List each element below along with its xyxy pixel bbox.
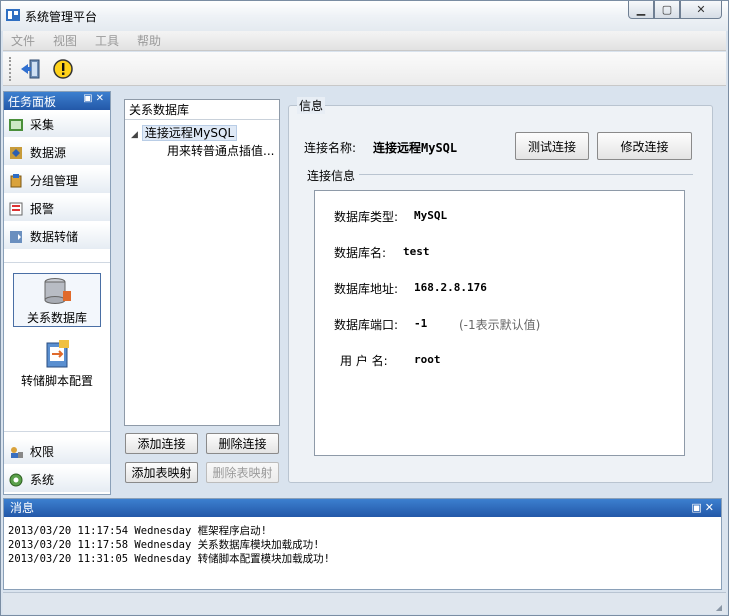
- sub-item-label: 转储脚本配置: [20, 374, 93, 388]
- minimize-button[interactable]: ▁: [628, 1, 654, 19]
- group-icon: [10, 173, 22, 187]
- message-panel-title: 消息: [10, 501, 35, 515]
- message-panel: 消息 ▣✕ 2013/03/20 11:17:54 Wednesday 框架程序…: [3, 498, 722, 590]
- nav-item-collect[interactable]: 采集: [4, 112, 110, 138]
- app-window: 系统管理平台 ▁ ▢ ✕ 文件 视图 工具 帮助 任务面板 ▣✕ 采集 数据源 …: [0, 0, 729, 616]
- menu-view[interactable]: 视图: [53, 32, 77, 49]
- tree-child-label: 用来转普通点插值...: [167, 144, 275, 158]
- close-icon: ✕: [696, 3, 706, 16]
- connection-info-divider: [359, 174, 693, 175]
- collect-icon: [9, 118, 23, 131]
- delete-connection-button[interactable]: 删除连接: [206, 433, 279, 454]
- toolbar: [3, 52, 726, 86]
- message-panel-header: 消息 ▣✕: [4, 499, 721, 517]
- nav-item-label: 报警: [30, 202, 55, 216]
- db-port-note: (-1表示默认值): [459, 318, 541, 332]
- task-panel-title: 任务面板: [8, 94, 57, 109]
- connection-detail-box: 数据库类型: MySQL 数据库名: test 数据库地址: 168.2.8.1…: [314, 190, 685, 456]
- exit-button[interactable]: [18, 56, 44, 82]
- db-port-value: -1: [414, 317, 428, 330]
- app-icon: [6, 9, 20, 21]
- window-title: 系统管理平台: [25, 10, 98, 24]
- nav-item-dump[interactable]: 数据转储: [4, 224, 110, 250]
- collapse-icon[interactable]: ◢: [131, 130, 138, 140]
- menu-file[interactable]: 文件: [11, 32, 35, 49]
- connection-info-legend: 连接信息: [307, 169, 356, 183]
- panel-close-icon[interactable]: ✕: [96, 93, 107, 104]
- db-name-value: test: [403, 245, 430, 258]
- script-config-icon: [46, 340, 69, 368]
- maximize-icon: ▢: [661, 3, 673, 16]
- tree-node-connection[interactable]: ◢ 连接远程MySQL: [125, 124, 279, 142]
- status-bar: ◢: [3, 592, 726, 614]
- nav-item-label: 权限: [30, 445, 55, 459]
- nav-item-label: 数据转储: [30, 230, 79, 244]
- database-tree-header: 关系数据库: [125, 100, 279, 120]
- title-bar: 系统管理平台 ▁ ▢ ✕: [1, 1, 728, 31]
- toolbar-grip: [9, 56, 12, 81]
- warning-button[interactable]: [50, 56, 76, 82]
- dock-icon[interactable]: ▣: [83, 93, 95, 104]
- add-connection-button[interactable]: 添加连接: [125, 433, 198, 454]
- nav-item-alarm[interactable]: 报警: [4, 196, 110, 222]
- sub-item-relational-db[interactable]: 关系数据库: [13, 273, 101, 327]
- db-type-value: MySQL: [414, 209, 448, 222]
- delete-mapping-button[interactable]: 删除表映射: [206, 462, 279, 483]
- tree-node-label: 连接远程MySQL: [141, 125, 238, 141]
- sub-item-label: 关系数据库: [26, 311, 87, 325]
- system-icon: [9, 473, 23, 486]
- test-connection-button[interactable]: 测试连接: [515, 132, 589, 160]
- username-value: root: [414, 353, 441, 366]
- db-address-value: 168.2.8.176: [414, 281, 487, 294]
- resize-grip-icon[interactable]: ◢: [716, 603, 722, 612]
- nav-item-label: 分组管理: [30, 174, 79, 188]
- nav-item-datasource[interactable]: 数据源: [4, 140, 110, 166]
- database-icon: [44, 278, 71, 304]
- tree-node-child[interactable]: 用来转普通点插值...: [125, 142, 279, 160]
- dump-icon: [10, 230, 22, 243]
- permission-icon: [11, 446, 23, 458]
- database-tree-panel: 关系数据库 ◢ 连接远程MySQL 用来转普通点插值...: [124, 99, 280, 426]
- nav-item-group[interactable]: 分组管理: [4, 168, 110, 194]
- task-panel: 任务面板 ▣✕ 采集 数据源 分组管理 报警 数据转储 关系数据库 转储脚本配置…: [3, 91, 111, 495]
- username-label: 用 户 名:: [340, 354, 388, 368]
- maximize-button[interactable]: ▢: [654, 1, 680, 19]
- modify-connection-button[interactable]: 修改连接: [597, 132, 692, 160]
- db-name-label: 数据库名:: [334, 246, 387, 260]
- connection-name-label: 连接名称:: [304, 141, 357, 155]
- message-line: 2013/03/20 11:17:54 Wednesday 框架程序启动!: [8, 525, 267, 537]
- menu-tools[interactable]: 工具: [95, 32, 119, 49]
- alarm-icon: [9, 202, 23, 215]
- menu-bar: 文件 视图 工具 帮助: [3, 31, 726, 51]
- nav-item-permission[interactable]: 权限: [4, 439, 110, 465]
- add-mapping-button[interactable]: 添加表映射: [125, 462, 198, 483]
- panel-close-icon[interactable]: ✕: [705, 501, 717, 514]
- info-legend: 信息: [297, 97, 326, 114]
- warning-icon: [53, 58, 73, 79]
- connection-name-value: 连接远程MySQL: [373, 141, 458, 155]
- datasource-icon: [10, 146, 22, 159]
- message-line: 2013/03/20 11:31:05 Wednesday 转储脚本配置模块加载…: [8, 553, 330, 565]
- menu-help[interactable]: 帮助: [137, 32, 161, 49]
- nav-item-label: 数据源: [30, 146, 67, 160]
- db-type-label: 数据库类型:: [334, 210, 399, 224]
- nav-item-system[interactable]: 系统: [4, 467, 110, 493]
- close-button[interactable]: ✕: [680, 1, 722, 19]
- db-port-label: 数据库端口:: [334, 318, 399, 332]
- nav-item-label: 系统: [30, 473, 55, 487]
- db-address-label: 数据库地址:: [334, 282, 399, 296]
- dump-sub-area: 关系数据库 转储脚本配置: [4, 262, 110, 432]
- dock-icon[interactable]: ▣: [691, 501, 704, 514]
- message-line: 2013/03/20 11:17:58 Wednesday 关系数据库模块加载成…: [8, 539, 320, 551]
- nav-item-label: 采集: [30, 118, 55, 132]
- minimize-icon: ▁: [636, 3, 646, 16]
- exit-icon: [21, 59, 40, 78]
- sub-item-dump-script[interactable]: 转储脚本配置: [13, 335, 101, 389]
- task-panel-header: 任务面板 ▣✕: [4, 92, 110, 110]
